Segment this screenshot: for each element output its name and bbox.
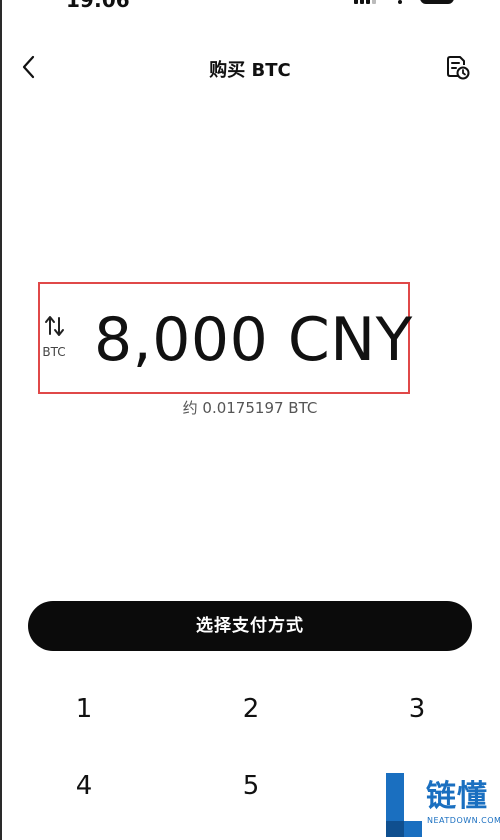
- watermark-subtext: NEATDOWN.COM: [427, 816, 500, 825]
- keypad-key-3[interactable]: 3: [357, 684, 477, 734]
- order-history-button[interactable]: [444, 54, 470, 82]
- swap-currency-label: BTC: [42, 345, 66, 359]
- status-bar: 19:06 62: [0, 0, 500, 14]
- cellular-signal-icon: [354, 0, 376, 4]
- page-title: 购买 BTC: [209, 60, 291, 81]
- keypad-key-5[interactable]: 5: [191, 761, 311, 811]
- select-payment-method-button[interactable]: 选择支付方式: [28, 601, 472, 651]
- order-history-icon: [447, 56, 470, 80]
- battery-icon: 62: [420, 0, 454, 4]
- watermark: 链懂 NEATDOWN.COM: [378, 765, 500, 840]
- watermark-logo-icon: [386, 773, 422, 837]
- keypad-key-2[interactable]: 2: [191, 684, 311, 734]
- amount-value: 8,000 CNY: [94, 305, 413, 375]
- keypad-key-4[interactable]: 4: [24, 761, 144, 811]
- amount-estimate: 约 0.0175197 BTC: [182, 399, 318, 417]
- swap-arrows-icon: [45, 316, 64, 336]
- watermark-text: 链懂: [426, 779, 488, 814]
- status-time: 19:06: [66, 0, 130, 12]
- currency-swap-button[interactable]: BTC: [36, 314, 72, 362]
- wifi-icon: [398, 0, 402, 4]
- screen-edge: [0, 0, 2, 840]
- keypad-key-1[interactable]: 1: [24, 684, 144, 734]
